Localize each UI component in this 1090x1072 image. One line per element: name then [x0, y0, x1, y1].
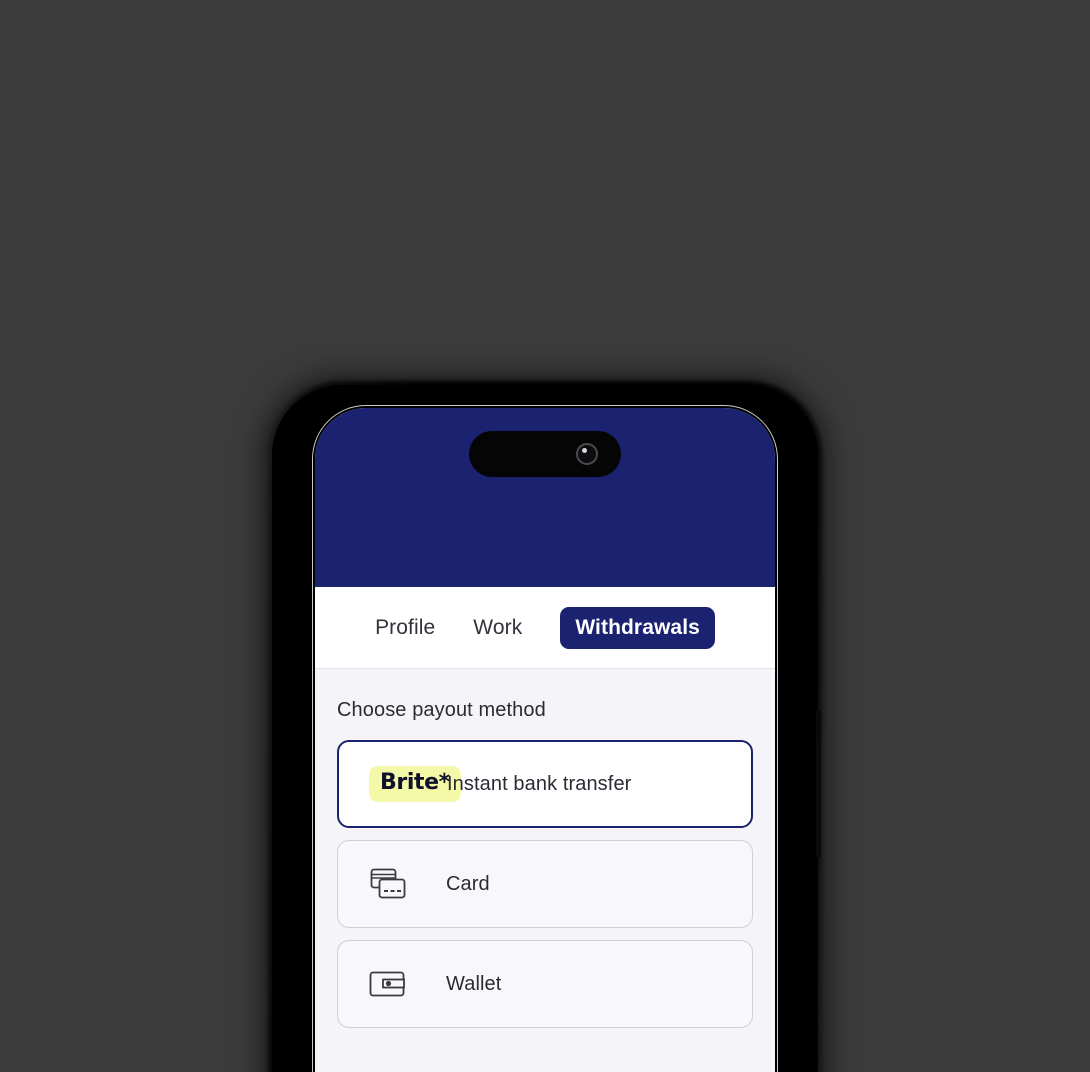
payout-method-card[interactable]: Card [337, 840, 753, 928]
payout-method-panel: Choose payout method Brite* Instant bank… [315, 669, 775, 1072]
credit-cards-icon [370, 868, 406, 899]
payout-method-wallet[interactable]: Wallet [337, 940, 753, 1028]
payout-method-label: Wallet [446, 972, 502, 995]
phone-device: Profile Work Withdrawals Choose payout m… [272, 385, 821, 1072]
front-camera-icon [576, 443, 598, 465]
status-bar-area [315, 408, 775, 587]
tab-profile[interactable]: Profile [375, 616, 435, 640]
wallet-icon [369, 971, 405, 997]
tab-bar: Profile Work Withdrawals [315, 587, 775, 669]
credit-cards-icon-wrapper [368, 867, 446, 901]
power-button[interactable] [816, 710, 821, 858]
dynamic-island [469, 431, 621, 477]
brite-logo-wrapper: Brite* [369, 765, 461, 803]
payout-method-label: Card [446, 872, 490, 895]
tab-work[interactable]: Work [473, 616, 522, 640]
phone-screen: Profile Work Withdrawals Choose payout m… [315, 408, 775, 1072]
tab-withdrawals[interactable]: Withdrawals [560, 606, 715, 649]
payout-method-instant-bank-transfer[interactable]: Brite* Instant bank transfer [337, 740, 753, 828]
payout-method-label: Instant bank transfer [447, 772, 632, 795]
section-title: Choose payout method [337, 699, 546, 721]
wallet-icon-wrapper [368, 968, 446, 1000]
